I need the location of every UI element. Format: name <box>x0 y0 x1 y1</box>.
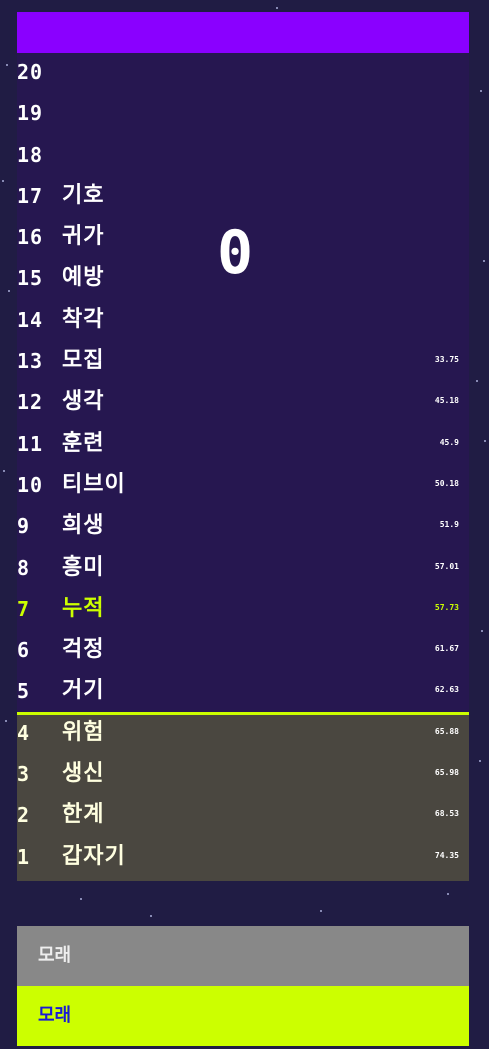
row-word: 모집 <box>62 348 105 374</box>
star <box>8 290 10 292</box>
row-number: 11 <box>17 431 44 456</box>
row-number: 18 <box>17 142 44 167</box>
word-row: 17 기호 <box>17 177 469 218</box>
star <box>3 470 5 472</box>
row-number: 7 <box>17 596 31 621</box>
star <box>276 7 278 9</box>
row-score: 33.75 <box>434 355 459 365</box>
star <box>150 915 152 917</box>
row-number: 14 <box>17 307 44 332</box>
word-row: 13 모집 33.75 <box>17 342 469 383</box>
row-number: 15 <box>17 266 44 291</box>
submit-button[interactable]: 모래 <box>17 986 469 1046</box>
word-row: 20 <box>17 53 469 94</box>
star <box>480 90 482 92</box>
row-word: 훈련 <box>62 430 105 456</box>
star <box>6 64 8 66</box>
row-score: 65.88 <box>434 726 459 736</box>
star <box>481 630 483 632</box>
row-score: 68.53 <box>434 809 459 819</box>
row-number: 8 <box>17 555 31 580</box>
star <box>5 720 7 722</box>
row-word: 한계 <box>62 802 105 828</box>
star <box>479 760 481 762</box>
row-number: 9 <box>17 514 31 539</box>
row-word: 거기 <box>62 678 105 704</box>
score-counter: 0 <box>217 218 254 288</box>
row-score: 74.35 <box>434 850 459 860</box>
row-score: 50.18 <box>434 478 459 488</box>
word-rows: 20 19 18 17 기호 16 귀가 15 예방 14 착각 13 모집 33.75 12 생각 45.18… <box>17 53 469 879</box>
star <box>476 380 478 382</box>
word-row: 4 위험 65.88 <box>17 714 469 755</box>
row-word: 위험 <box>62 719 105 745</box>
row-score: 61.67 <box>434 644 459 654</box>
word-row: 2 한계 68.53 <box>17 796 469 837</box>
star <box>80 898 82 900</box>
row-word: 흥미 <box>62 554 105 580</box>
row-number: 3 <box>17 762 31 787</box>
row-score: 51.9 <box>439 520 459 530</box>
star <box>447 893 449 895</box>
word-row: 10 티브이 50.18 <box>17 466 469 507</box>
word-row: 5 거기 62.63 <box>17 672 469 713</box>
row-word: 예방 <box>62 265 105 291</box>
row-score: 57.73 <box>434 602 459 612</box>
word-stack-panel: 20 19 18 17 기호 16 귀가 15 예방 14 착각 13 모집 33.75 12 생각 45.18… <box>17 12 469 881</box>
row-number: 6 <box>17 638 31 663</box>
word-input[interactable]: 모래 <box>17 926 469 986</box>
row-score: 65.98 <box>434 768 459 778</box>
row-number: 4 <box>17 720 31 745</box>
row-score: 45.9 <box>439 437 459 447</box>
row-number: 12 <box>17 390 44 415</box>
word-row: 6 걱정 61.67 <box>17 631 469 672</box>
row-word: 기호 <box>62 182 105 208</box>
word-row: 18 <box>17 136 469 177</box>
word-row: 11 훈련 45.9 <box>17 425 469 466</box>
row-word: 걱정 <box>62 637 105 663</box>
row-word: 갑자기 <box>62 843 126 869</box>
row-number: 1 <box>17 844 31 869</box>
word-row: 19 <box>17 94 469 135</box>
row-word: 희생 <box>62 513 105 539</box>
word-row: 7 누적 57.73 <box>17 590 469 631</box>
word-row: 3 생신 65.98 <box>17 755 469 796</box>
row-score: 45.18 <box>434 396 459 406</box>
word-row: 9 희생 51.9 <box>17 507 469 548</box>
row-word: 생신 <box>62 761 105 787</box>
row-word: 누적 <box>62 595 105 621</box>
row-score: 62.63 <box>434 685 459 695</box>
word-row: 8 흥미 57.01 <box>17 549 469 590</box>
row-number: 20 <box>17 60 44 84</box>
row-number: 13 <box>17 349 44 374</box>
star <box>483 260 485 262</box>
row-number: 19 <box>17 101 44 126</box>
row-number: 16 <box>17 225 44 250</box>
word-row: 1 갑자기 74.35 <box>17 838 469 879</box>
star <box>484 440 486 442</box>
star <box>2 180 4 182</box>
row-word: 착각 <box>62 306 105 332</box>
row-score: 57.01 <box>434 561 459 571</box>
row-word: 티브이 <box>62 471 126 497</box>
star <box>320 910 322 912</box>
row-number: 2 <box>17 803 31 828</box>
word-row: 12 생각 45.18 <box>17 383 469 424</box>
row-number: 5 <box>17 679 31 704</box>
word-row: 14 착각 <box>17 301 469 342</box>
row-number: 10 <box>17 472 44 497</box>
top-bar <box>17 12 469 53</box>
row-word: 생각 <box>62 389 105 415</box>
row-word: 귀가 <box>62 224 105 250</box>
row-number: 17 <box>17 183 44 208</box>
